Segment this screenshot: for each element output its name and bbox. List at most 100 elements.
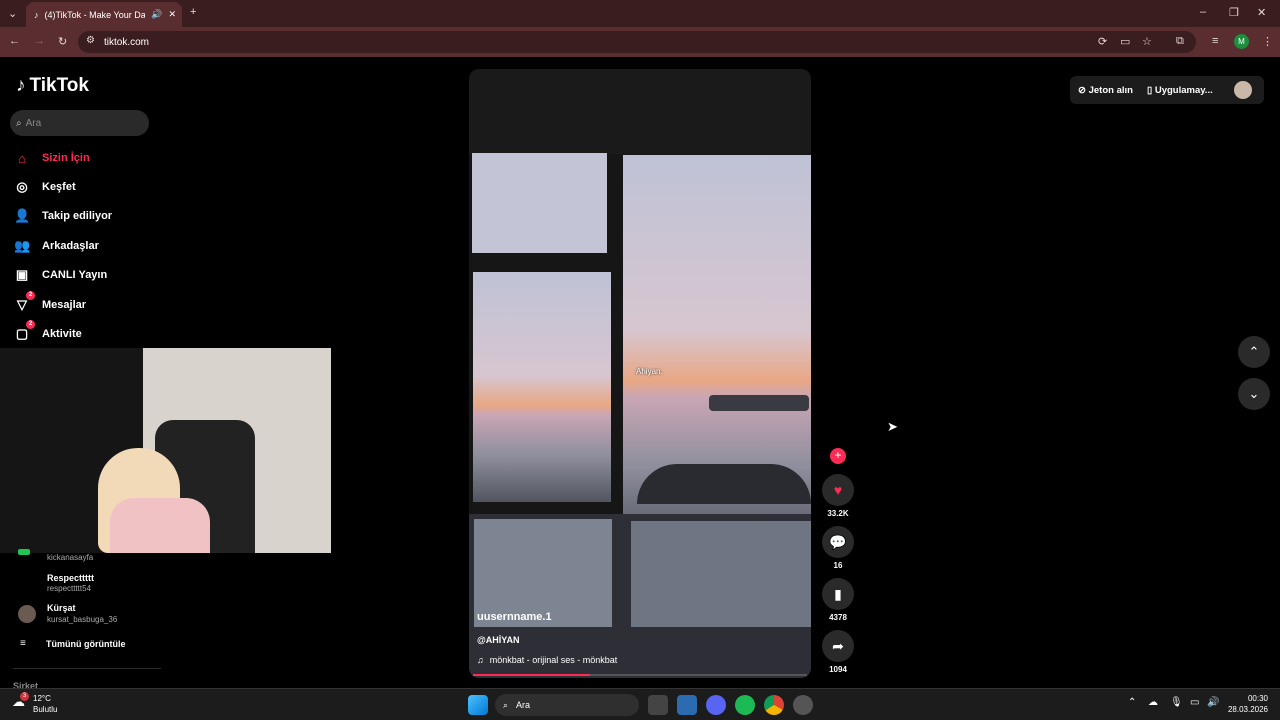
- sidebar-item-for-you[interactable]: ⌂ Sizin İçin: [14, 147, 214, 169]
- spotify-icon[interactable]: [735, 695, 755, 715]
- onedrive-icon[interactable]: ☁: [1148, 697, 1158, 708]
- phone-icon: ▯: [1146, 84, 1153, 96]
- top-right-actions: ⊘ Jeton alın ▯ Uygulamay...: [1070, 76, 1264, 104]
- comment-count: 16: [833, 561, 843, 570]
- like-count: 33.2K: [827, 509, 849, 518]
- kick-logo: [18, 549, 30, 555]
- site-info-icon[interactable]: ⚙: [86, 35, 95, 46]
- tab-list-icon[interactable]: ⌄: [8, 7, 17, 20]
- weather-desc: Bulutlu: [33, 705, 58, 714]
- see-all-link[interactable]: Tümünü görüntüle: [46, 639, 125, 649]
- tiktok-logo[interactable]: ♪ TikTok: [16, 75, 89, 97]
- divider: [13, 668, 161, 669]
- account-handle: respecttttt54: [47, 584, 92, 593]
- install-icon[interactable]: ▭: [1120, 35, 1130, 48]
- window-pane: [473, 272, 611, 502]
- forward-icon[interactable]: →: [34, 35, 45, 47]
- browser-tab[interactable]: ♪ (4)TikTok - Make Your Day 🔊 ✕: [26, 2, 182, 27]
- get-coins-button[interactable]: ⊘ Jeton alın: [1078, 85, 1133, 96]
- bookmark-star-icon[interactable]: ☆: [1142, 35, 1152, 48]
- messages-badge: 2: [26, 291, 35, 300]
- media-control-icon[interactable]: ≡: [1212, 35, 1218, 47]
- app-icon[interactable]: [677, 695, 697, 715]
- address-bar[interactable]: ⚙ tiktok.com ⟳ ▭ ☆: [78, 31, 1196, 53]
- task-view-icon[interactable]: [648, 695, 668, 715]
- activity-icon: ▢ 2: [14, 320, 35, 342]
- messages-icon: ▽ 2: [14, 291, 35, 313]
- clock-time[interactable]: 00:30: [1236, 694, 1268, 703]
- browser-tab-bar: ⌄ ♪ (4)TikTok - Make Your Day 🔊 ✕ + – ❐ …: [0, 0, 1280, 27]
- weather-temp[interactable]: 12°C: [33, 694, 51, 703]
- search-input[interactable]: ⌕ Ara: [10, 110, 149, 136]
- video-progress-track[interactable]: [473, 674, 807, 676]
- clock-date: 28.03.2026: [1227, 705, 1268, 714]
- extensions-icon[interactable]: ⧉: [1176, 35, 1184, 48]
- activity-badge: 2: [26, 320, 35, 329]
- account-name[interactable]: Respecttttt: [47, 573, 94, 583]
- search-icon: ⌕: [16, 117, 22, 129]
- sidebar-item-following[interactable]: 👤 Takip ediliyor: [14, 205, 214, 227]
- comment-button[interactable]: 💬 16: [822, 526, 854, 570]
- video-player[interactable]: Ahiyan. uusernname.1 @AHİYAN ♫ mönkbat -…: [469, 69, 811, 678]
- share-icon: ➦: [822, 630, 854, 662]
- bookmark-icon: ▮: [822, 578, 854, 610]
- windows-taskbar: ☁ 3 12°C Bulutlu ⌕ Ara ⌃ ☁ 🎙 ▭ 🔊 00:30 2…: [0, 688, 1280, 720]
- sidebar-item-activity[interactable]: ▢ 2 Aktivite: [14, 320, 214, 345]
- window-pane: [631, 521, 811, 627]
- sidebar-item-explore[interactable]: ◎ Keşfet: [14, 176, 214, 198]
- account-name[interactable]: Kürşat: [47, 603, 76, 613]
- tab-title: (4)TikTok - Make Your Day: [44, 9, 146, 20]
- sidebar-item-live[interactable]: ▣ CANLI Yayın: [14, 264, 214, 286]
- sidebar-item-friends[interactable]: 👥 Arkadaşlar: [14, 235, 214, 257]
- coin-icon: ⊘: [1078, 84, 1086, 96]
- profile-avatar[interactable]: M: [1234, 34, 1249, 49]
- close-window-icon[interactable]: ✕: [1257, 6, 1266, 19]
- live-icon: ▣: [15, 267, 29, 282]
- browser-menu-icon[interactable]: ⋮: [1262, 35, 1273, 48]
- taskbar-search[interactable]: ⌕ Ara: [495, 694, 639, 716]
- tab-audio-icon[interactable]: 🔊: [151, 9, 162, 20]
- next-video-button[interactable]: ⌄: [1238, 378, 1270, 410]
- new-tab-icon[interactable]: +: [190, 6, 196, 18]
- follow-plus-button[interactable]: +: [830, 448, 846, 464]
- minimize-icon[interactable]: –: [1200, 6, 1206, 18]
- save-button[interactable]: ▮ 4378: [822, 578, 854, 622]
- music-note-icon: ♫: [477, 655, 484, 665]
- reload-icon[interactable]: ↻: [58, 35, 67, 48]
- restore-icon[interactable]: ❐: [1229, 6, 1239, 19]
- video-caption[interactable]: @AHİYAN: [477, 635, 519, 645]
- url-text: tiktok.com: [104, 36, 150, 48]
- sound-link[interactable]: ♫ mönkbat - orijinal ses - mönkbat: [477, 655, 617, 665]
- comment-icon: 💬: [822, 526, 854, 558]
- tab-close-icon[interactable]: ✕: [168, 9, 182, 20]
- tiktok-favicon-icon: ♪: [34, 9, 39, 20]
- sidebar-item-messages[interactable]: ▽ 2 Mesajlar: [14, 291, 214, 316]
- tiktok-note-icon: ♪: [16, 75, 26, 96]
- weather-cloud-icon: ☁ 3: [12, 692, 29, 710]
- windows-start-icon[interactable]: [468, 695, 488, 715]
- network-icon[interactable]: ▭: [1190, 697, 1199, 708]
- webcam-overlay: [0, 348, 331, 553]
- microphone-icon[interactable]: 🎙: [1170, 697, 1183, 708]
- avatar[interactable]: [1234, 81, 1252, 99]
- chrome-icon[interactable]: [764, 695, 784, 715]
- friends-icon: 👥: [14, 238, 31, 253]
- heart-icon: ♥: [822, 474, 854, 506]
- avatar[interactable]: [18, 605, 36, 623]
- like-button[interactable]: ♥ 33.2K: [822, 474, 854, 518]
- volume-icon[interactable]: 🔊: [1207, 697, 1219, 708]
- account-handle: kursat_basbuga_36: [47, 615, 118, 624]
- home-icon: ⌂: [18, 150, 26, 166]
- steam-icon[interactable]: [793, 695, 813, 715]
- video-progress-fill: [473, 674, 590, 676]
- tray-chevron-icon[interactable]: ⌃: [1128, 697, 1136, 708]
- mouse-cursor-icon: ➤: [887, 419, 898, 434]
- back-icon[interactable]: ←: [9, 35, 20, 47]
- video-username[interactable]: uusernname.1: [477, 611, 552, 623]
- account-handle[interactable]: kickanasayfa: [47, 553, 93, 562]
- previous-video-button[interactable]: ⌃: [1238, 336, 1270, 368]
- share-button[interactable]: ➦ 1094: [822, 630, 854, 674]
- translate-icon[interactable]: ⟳: [1098, 35, 1107, 48]
- discord-icon[interactable]: [706, 695, 726, 715]
- get-app-button[interactable]: ▯ Uygulamay...: [1147, 85, 1213, 96]
